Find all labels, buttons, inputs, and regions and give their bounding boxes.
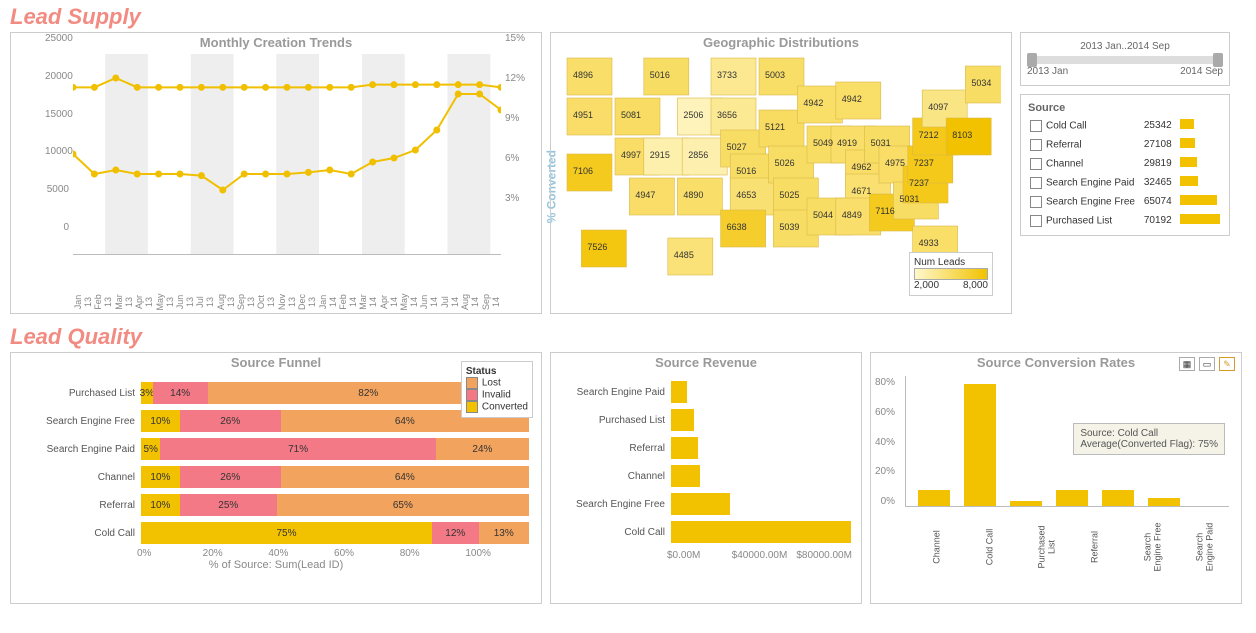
monthly-yaxis-left: 2500020000150001000050000 xyxy=(45,33,69,233)
revenue-title: Source Revenue xyxy=(551,355,861,370)
funnel-row[interactable]: Channel 10% 26% 64% xyxy=(15,464,537,490)
conversion-tooltip: Source: Cold Call Average(Converted Flag… xyxy=(1073,423,1225,455)
funnel-row[interactable]: Search Engine Paid 5% 71% 24% xyxy=(15,436,537,462)
window-icon[interactable]: ▭ xyxy=(1199,357,1215,371)
geo-legend: Num Leads 2,000 8,000 xyxy=(909,252,993,296)
date-range-slider[interactable]: 2013 Jan..2014 Sep 2013 Jan 2014 Sep xyxy=(1020,32,1230,86)
revenue-row[interactable]: Purchased List xyxy=(555,406,857,434)
source-row[interactable]: Search Engine Paid32465 xyxy=(1027,174,1223,191)
slider-min-label: 2013 Jan xyxy=(1027,66,1068,77)
source-revenue-chart[interactable]: Source Revenue Search Engine PaidPurchas… xyxy=(550,352,862,604)
geo-title: Geographic Distributions xyxy=(551,35,1011,50)
source-row[interactable]: Search Engine Free65074 xyxy=(1027,193,1223,210)
conversion-yaxis: 80%60%40%20%0% xyxy=(875,377,895,507)
funnel-row[interactable]: Search Engine Free 10% 26% 64% xyxy=(15,408,537,434)
funnel-xlabel: % of Source: Sum(Lead ID) xyxy=(11,559,541,571)
conversion-bar[interactable] xyxy=(918,490,950,506)
slider-title: 2013 Jan..2014 Sep xyxy=(1027,41,1223,52)
table-view-icon[interactable]: ▦ xyxy=(1179,357,1195,371)
source-row[interactable]: Referral27108 xyxy=(1027,136,1223,153)
slider-thumb-max[interactable] xyxy=(1213,53,1223,67)
edit-icon[interactable]: ✎ xyxy=(1219,357,1235,371)
conversion-bar[interactable] xyxy=(1102,490,1134,506)
slider-thumb-min[interactable] xyxy=(1027,53,1037,67)
funnel-row[interactable]: Purchased List 3% 14% 82% xyxy=(15,380,537,406)
slider-track[interactable] xyxy=(1027,56,1223,64)
chart-toolbar: ▦ ▭ ✎ xyxy=(1179,357,1235,371)
funnel-row[interactable]: Referral 10% 25% 65% xyxy=(15,492,537,518)
funnel-xaxis: 0%20%40%60%80%100% xyxy=(137,548,531,559)
funnel-row[interactable]: Cold Call 75% 12% 13% xyxy=(15,520,537,546)
source-row[interactable]: Cold Call25342 xyxy=(1027,117,1223,134)
geographic-distributions-map[interactable]: Geographic Distributions Num Leads 2,000… xyxy=(550,32,1012,314)
revenue-row[interactable]: Channel xyxy=(555,462,857,490)
conversion-bar[interactable] xyxy=(964,384,996,506)
conversion-bar[interactable] xyxy=(1010,501,1042,506)
funnel-legend: Status Lost Invalid Converted xyxy=(461,361,533,418)
section-title-supply: Lead Supply xyxy=(10,4,1256,30)
conversion-bar[interactable] xyxy=(1056,490,1088,506)
source-funnel-chart[interactable]: Source Funnel Purchased List 3% 14% 82% … xyxy=(10,352,542,604)
revenue-row[interactable]: Search Engine Paid xyxy=(555,378,857,406)
conversion-xaxis: ChannelCold CallPurchased ListReferralSe… xyxy=(905,507,1241,527)
revenue-row[interactable]: Referral xyxy=(555,434,857,462)
source-row[interactable]: Purchased List70192 xyxy=(1027,212,1223,229)
source-table[interactable]: Source Cold Call25342 Referral27108 Channe… xyxy=(1020,94,1230,236)
source-row[interactable]: Channel29819 xyxy=(1027,155,1223,172)
source-conversion-chart[interactable]: Source Conversion Rates ▦ ▭ ✎ 80%60%40%2… xyxy=(870,352,1242,604)
revenue-row[interactable]: Cold Call xyxy=(555,518,857,546)
monthly-title: Monthly Creation Trends xyxy=(11,35,541,50)
revenue-xaxis: $0.00M$40000.00M$80000.00M xyxy=(667,550,861,561)
monthly-yaxis-right: 15%12%9%6%3% xyxy=(505,33,529,233)
section-title-quality: Lead Quality xyxy=(10,324,1256,350)
source-table-header: Source xyxy=(1027,101,1223,115)
revenue-row[interactable]: Search Engine Free xyxy=(555,490,857,518)
monthly-xaxis: Jan 13Feb 13Mar 13Apr 13May 13Jun 13Jul … xyxy=(73,292,501,312)
geo-legend-title: Num Leads xyxy=(914,257,988,268)
monthly-trends-chart[interactable]: Monthly Creation Trends Leads Created % … xyxy=(10,32,542,314)
slider-max-label: 2014 Sep xyxy=(1180,66,1223,77)
conversion-bar[interactable] xyxy=(1148,498,1180,506)
